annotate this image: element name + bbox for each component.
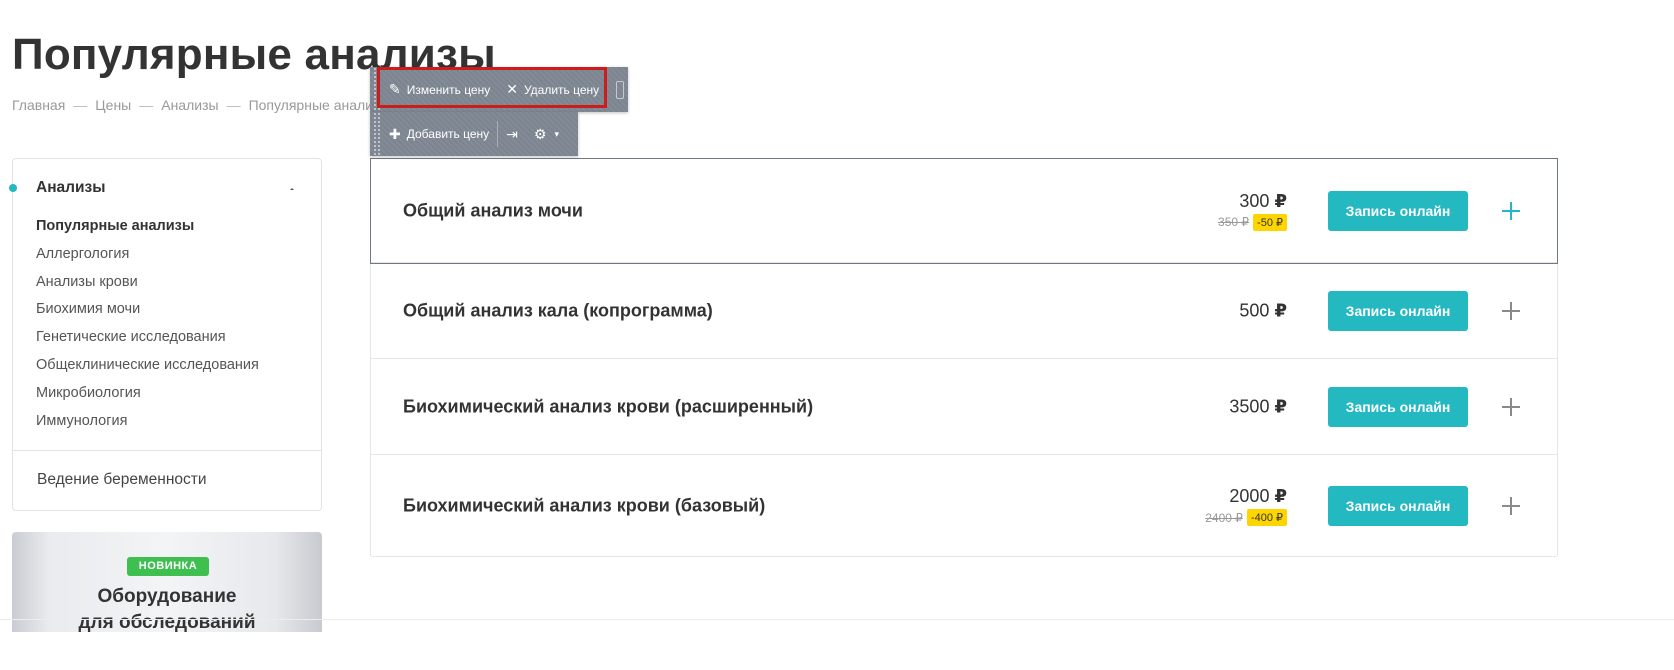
book-online-button[interactable]: Запись онлайн xyxy=(1328,290,1468,331)
breadcrumb: Главная — Цены — Анализы — Популярные анализы xyxy=(12,97,389,113)
expand-plus-icon[interactable] xyxy=(1501,201,1521,221)
sidebar-list: Популярные анализы Аллергология Анализы … xyxy=(36,215,259,437)
expand-plus-icon[interactable] xyxy=(1501,397,1521,417)
breadcrumb-separator: — xyxy=(73,97,88,113)
expand-plus-icon[interactable] xyxy=(1501,301,1521,321)
sidebar-item-microbiology[interactable]: Микробиология xyxy=(36,382,259,410)
add-price-label: Добавить цену xyxy=(406,127,490,141)
pin-button[interactable]: ⇥ xyxy=(498,112,526,156)
toolbar-grip[interactable] xyxy=(373,112,381,156)
sidebar-section-title[interactable]: Анализы xyxy=(36,179,106,197)
promo-title-line2: для обследований xyxy=(78,612,256,632)
chevron-down-icon: ▾ xyxy=(554,128,559,139)
service-name: Биохимический анализ крови (базовый) xyxy=(403,495,766,516)
add-price-button[interactable]: ✚ Добавить цену xyxy=(381,112,497,156)
price-row: Общий анализ кала (копрограмма) 500 ₽ За… xyxy=(371,263,1557,359)
price-row: Биохимический анализ крови (расширенный)… xyxy=(371,359,1557,455)
discount-badge: -400 ₽ xyxy=(1246,509,1287,526)
admin-add-toolbar: ✚ Добавить цену ⇥ ⚙ ▾ xyxy=(370,112,578,156)
active-indicator xyxy=(9,184,17,192)
highlight-frame xyxy=(377,67,607,108)
current-price: 2000 ₽ xyxy=(1229,486,1287,506)
sidebar-item-popular[interactable]: Популярные анализы xyxy=(36,215,259,243)
admin-edit-toolbar: ✎ Изменить цену ✕ Удалить цену xyxy=(370,67,628,112)
price-box: 500 ₽ xyxy=(1239,300,1287,321)
breadcrumb-analyses[interactable]: Анализы xyxy=(161,97,218,113)
discount-badge: -50 ₽ xyxy=(1253,213,1287,231)
collapse-icon[interactable] xyxy=(287,184,297,194)
drag-handle-icon[interactable] xyxy=(616,81,624,99)
sidebar-item-immunology[interactable]: Иммунология xyxy=(36,410,259,438)
promo-banner[interactable]: НОВИНКА Оборудование для обследований xyxy=(12,532,322,632)
sidebar-item-pregnancy[interactable]: Ведение беременности xyxy=(37,471,207,489)
current-price: 3500 ₽ xyxy=(1229,396,1287,416)
price-row: Биохимический анализ крови (базовый) 200… xyxy=(371,455,1557,557)
promo-title: Оборудование xyxy=(97,586,237,607)
sidebar-divider xyxy=(13,450,321,451)
old-price-line: 2400 ₽ -400 ₽ xyxy=(1205,509,1287,526)
price-box: 3500 ₽ xyxy=(1229,396,1287,417)
book-online-button[interactable]: Запись онлайн xyxy=(1328,386,1468,427)
expand-plus-icon[interactable] xyxy=(1501,496,1521,516)
breadcrumb-separator: — xyxy=(139,97,154,113)
breadcrumb-home[interactable]: Главная xyxy=(12,97,65,113)
sidebar-menu: Анализы Популярные анализы Аллергология … xyxy=(9,158,322,511)
book-online-button[interactable]: Запись онлайн xyxy=(1328,486,1468,526)
sidebar-item-blood-tests[interactable]: Анализы крови xyxy=(36,271,259,299)
price-list: Общий анализ мочи 300 ₽ 350 ₽ -50 ₽ Запи… xyxy=(370,158,1558,557)
old-price-line: 350 ₽ -50 ₽ xyxy=(1218,213,1287,231)
service-name: Общий анализ кала (копрограмма) xyxy=(403,300,713,320)
sidebar-item-urine-biochemistry[interactable]: Биохимия мочи xyxy=(36,298,259,326)
new-badge: НОВИНКА xyxy=(127,557,209,576)
current-price: 300 ₽ xyxy=(1239,190,1287,211)
sidebar-item-allergology[interactable]: Аллергология xyxy=(36,243,259,271)
price-box: 2000 ₽ 2400 ₽ -400 ₽ xyxy=(1205,486,1287,526)
current-price: 500 ₽ xyxy=(1239,300,1287,320)
breadcrumb-current: Популярные анализы xyxy=(248,97,390,113)
gear-icon: ⚙ xyxy=(533,125,547,142)
price-row: Общий анализ мочи 300 ₽ 350 ₽ -50 ₽ Запи… xyxy=(370,158,1558,264)
breadcrumb-separator: — xyxy=(226,97,241,113)
old-price: 350 ₽ xyxy=(1218,215,1250,229)
service-name: Общий анализ мочи xyxy=(403,200,583,220)
breadcrumb-prices[interactable]: Цены xyxy=(95,97,131,113)
settings-button[interactable]: ⚙ ▾ xyxy=(526,112,567,156)
old-price: 2400 ₽ xyxy=(1205,510,1243,525)
price-box: 300 ₽ 350 ₽ -50 ₽ xyxy=(1218,191,1287,231)
pin-icon: ⇥ xyxy=(506,125,518,142)
service-name: Биохимический анализ крови (расширенный) xyxy=(403,396,814,416)
book-online-button[interactable]: Запись онлайн xyxy=(1328,190,1468,231)
sidebar-item-genetics[interactable]: Генетические исследования xyxy=(36,326,259,354)
footer-divider xyxy=(0,619,1674,620)
plus-icon: ✚ xyxy=(389,125,401,142)
sidebar-item-general-clinical[interactable]: Общеклинические исследования xyxy=(36,354,259,382)
